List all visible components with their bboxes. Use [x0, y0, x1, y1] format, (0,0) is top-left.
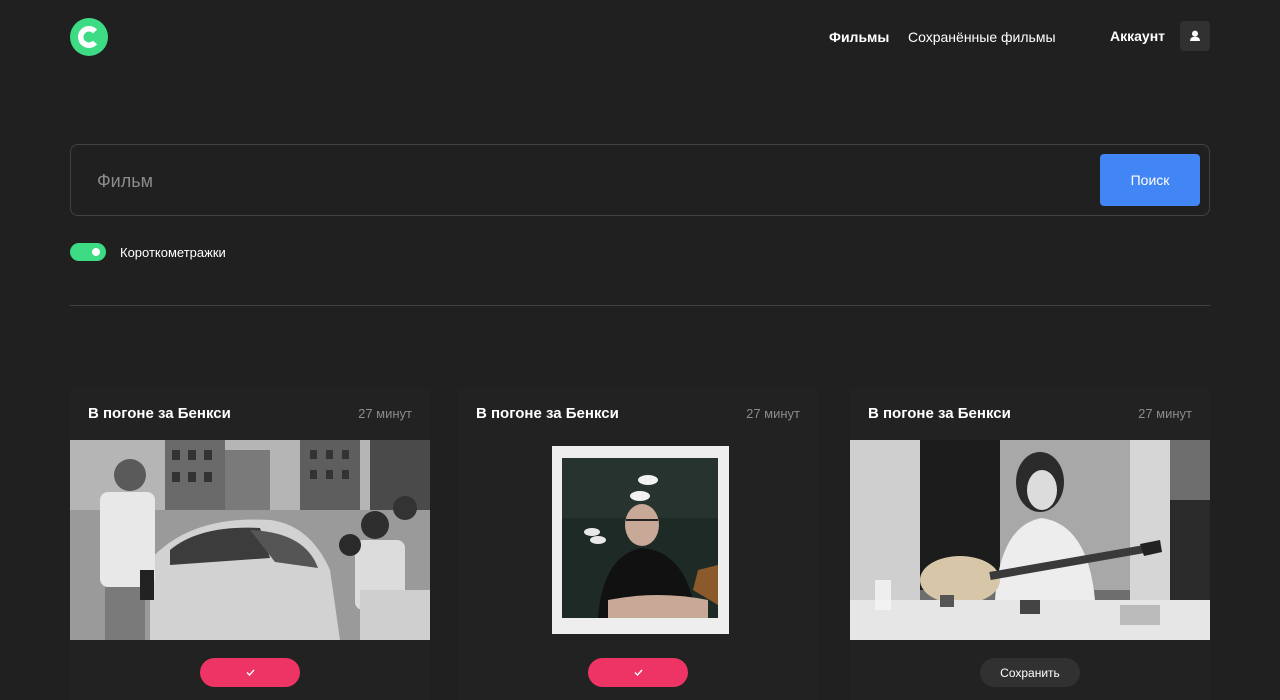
- check-icon: [634, 669, 643, 676]
- save-button[interactable]: Сохранить: [980, 658, 1080, 687]
- movie-thumbnail[interactable]: [458, 440, 818, 640]
- movie-thumbnail[interactable]: [850, 440, 1210, 640]
- movie-title: В погоне за Бенкси: [476, 405, 619, 422]
- saved-button[interactable]: [200, 658, 300, 687]
- nav-saved-movies-link[interactable]: Сохранённые фильмы: [908, 29, 1056, 45]
- movie-duration: 27 минут: [1138, 406, 1192, 421]
- divider: [70, 305, 1210, 306]
- check-icon: [246, 669, 255, 676]
- logo-c-icon[interactable]: [70, 18, 108, 56]
- movie-card: В погоне за Бенкси 27 минут: [70, 388, 430, 700]
- account-link[interactable]: Аккаунт: [1110, 28, 1165, 44]
- saved-button[interactable]: [588, 658, 688, 687]
- movie-card: В погоне за Бенкси 27 минут: [458, 388, 818, 700]
- shorts-toggle[interactable]: [70, 243, 106, 261]
- movie-thumbnail[interactable]: [70, 440, 430, 640]
- movie-title: В погоне за Бенкси: [88, 405, 231, 422]
- search-input[interactable]: [95, 145, 1079, 217]
- search-button[interactable]: Поиск: [1100, 154, 1200, 206]
- page: Фильмы Сохранённые фильмы Аккаунт Поиск …: [0, 0, 1280, 700]
- movie-duration: 27 минут: [746, 406, 800, 421]
- account-button[interactable]: [1180, 21, 1210, 51]
- nav-movies-link[interactable]: Фильмы: [829, 29, 889, 45]
- movie-title: В погоне за Бенкси: [868, 405, 1011, 422]
- search-form: Поиск: [70, 144, 1210, 217]
- movie-duration: 27 минут: [358, 406, 412, 421]
- user-icon: [1190, 30, 1200, 41]
- toggle-knob: [92, 248, 100, 256]
- movie-card: В погоне за Бенкси 27 минут: [850, 388, 1210, 700]
- shorts-toggle-label: Короткометражки: [120, 245, 226, 260]
